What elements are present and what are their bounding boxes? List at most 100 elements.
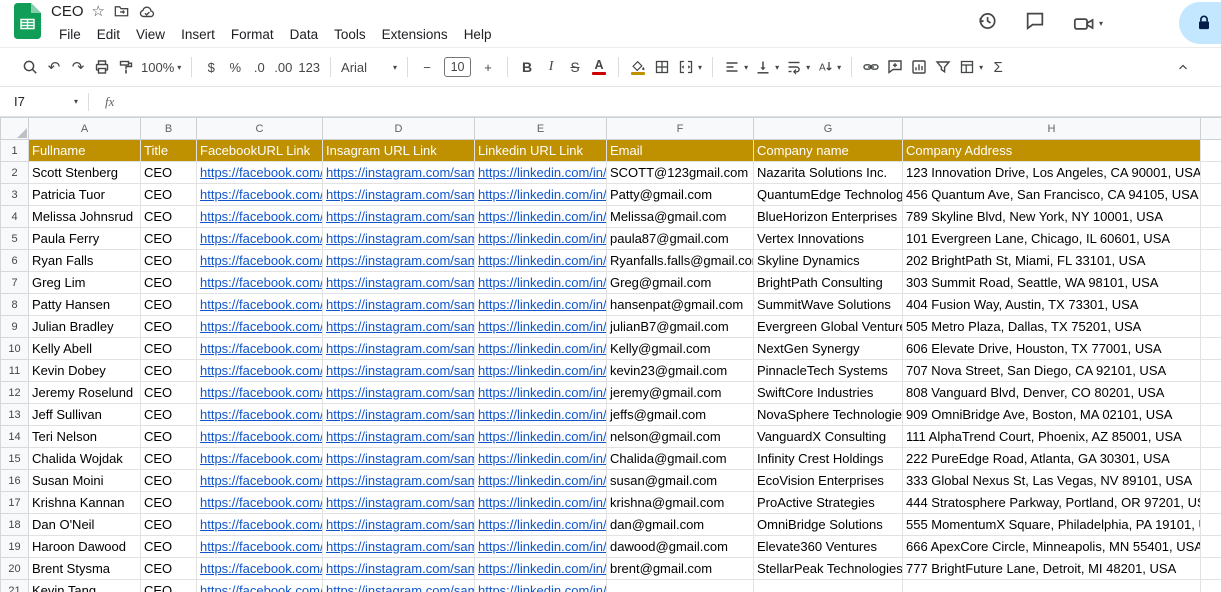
cell-title[interactable]: CEO — [141, 558, 197, 580]
cell-linkedin[interactable]: https://linkedin.com/in/sa — [475, 228, 607, 250]
linkedin-link[interactable]: https://linkedin.com/in/sa — [478, 473, 607, 488]
cell-email[interactable]: nelson@gmail.com — [607, 426, 754, 448]
instagram-link[interactable]: https://instagram.com/samp — [326, 165, 475, 180]
instagram-link[interactable]: https://instagram.com/samp — [326, 319, 475, 334]
cell-address[interactable]: 111 AlphaTrend Court, Phoenix, AZ 85001,… — [903, 426, 1201, 448]
cell-email[interactable]: Chalida@gmail.com — [607, 448, 754, 470]
linkedin-link[interactable]: https://linkedin.com/in/sa — [478, 209, 607, 224]
instagram-link[interactable]: https://instagram.com/samp — [326, 297, 475, 312]
cell-email[interactable]: Patty@gmail.com — [607, 184, 754, 206]
row-header[interactable]: 16 — [1, 470, 29, 492]
cell-instagram[interactable]: https://instagram.com/samp — [323, 294, 475, 316]
cell-title[interactable]: CEO — [141, 536, 197, 558]
cell-I[interactable] — [1201, 272, 1221, 294]
cell-name[interactable]: Melissa Johnsrud — [29, 206, 141, 228]
cell-instagram[interactable]: https://instagram.com/samp — [323, 162, 475, 184]
cell-facebook[interactable]: https://facebook.com/sa — [197, 382, 323, 404]
facebook-link[interactable]: https://facebook.com/sa — [200, 253, 323, 268]
linkedin-link[interactable]: https://linkedin.com/in/sa — [478, 561, 607, 576]
facebook-link[interactable]: https://facebook.com/sa — [200, 187, 323, 202]
cell-facebook[interactable]: https://facebook.com/sa — [197, 536, 323, 558]
field-header-cell[interactable]: FacebookURL Link — [197, 140, 323, 162]
cell-instagram[interactable]: https://instagram.com/samp — [323, 426, 475, 448]
cell-address[interactable]: 222 PureEdge Road, Atlanta, GA 30301, US… — [903, 448, 1201, 470]
cell-address[interactable]: 808 Vanguard Blvd, Denver, CO 80201, USA — [903, 382, 1201, 404]
facebook-link[interactable]: https://facebook.com/sa — [200, 385, 323, 400]
cell-linkedin[interactable]: https://linkedin.com/in/sa — [475, 448, 607, 470]
instagram-link[interactable]: https://instagram.com/samp — [326, 583, 475, 592]
facebook-link[interactable]: https://facebook.com/sa — [200, 319, 323, 334]
menu-format[interactable]: Format — [223, 25, 282, 44]
cell-email[interactable]: Ryanfalls.falls@gmail.com — [607, 250, 754, 272]
linkedin-link[interactable]: https://linkedin.com/in/sa — [478, 407, 607, 422]
cell-address[interactable]: 404 Fusion Way, Austin, TX 73301, USA — [903, 294, 1201, 316]
cell-name[interactable]: Paula Ferry — [29, 228, 141, 250]
select-all-corner[interactable] — [1, 118, 29, 140]
cell-name[interactable]: Brent Stysma — [29, 558, 141, 580]
insert-link-button[interactable] — [859, 54, 883, 80]
linkedin-link[interactable]: https://linkedin.com/in/sa — [478, 187, 607, 202]
cell-company[interactable]: Skyline Dynamics — [754, 250, 903, 272]
share-button[interactable] — [1179, 2, 1221, 44]
cell-title[interactable]: CEO — [141, 404, 197, 426]
merge-cells-button[interactable]: ▾ — [674, 54, 705, 80]
cell-email[interactable]: brent@gmail.com — [607, 558, 754, 580]
cell-facebook[interactable]: https://facebook.com/sa — [197, 514, 323, 536]
number-format-button[interactable]: 123 — [295, 54, 323, 80]
percent-format-button[interactable]: % — [223, 54, 247, 80]
decrease-font-size-button[interactable]: − — [415, 54, 439, 80]
sheets-logo[interactable] — [14, 3, 41, 44]
insert-chart-button[interactable] — [907, 54, 931, 80]
row-header[interactable]: 6 — [1, 250, 29, 272]
row-header[interactable]: 20 — [1, 558, 29, 580]
italic-button[interactable]: I — [539, 54, 563, 80]
facebook-link[interactable]: https://facebook.com/sa — [200, 407, 323, 422]
cell-name[interactable]: Ryan Falls — [29, 250, 141, 272]
row-header[interactable]: 7 — [1, 272, 29, 294]
instagram-link[interactable]: https://instagram.com/samp — [326, 341, 475, 356]
cell-title[interactable]: CEO — [141, 338, 197, 360]
zoom-select[interactable]: 100%▾ — [138, 54, 184, 80]
cell-linkedin[interactable]: https://linkedin.com/in/sa — [475, 536, 607, 558]
cell-facebook[interactable]: https://facebook.com/sa — [197, 294, 323, 316]
row-header[interactable]: 4 — [1, 206, 29, 228]
linkedin-link[interactable]: https://linkedin.com/in/sa — [478, 297, 607, 312]
column-header-C[interactable]: C — [197, 118, 323, 140]
cell-linkedin[interactable]: https://linkedin.com/in/sa — [475, 162, 607, 184]
row-header[interactable]: 2 — [1, 162, 29, 184]
cell-title[interactable]: CEO — [141, 162, 197, 184]
linkedin-link[interactable]: https://linkedin.com/in/sa — [478, 231, 607, 246]
column-header-B[interactable]: B — [141, 118, 197, 140]
row-header[interactable]: 17 — [1, 492, 29, 514]
field-header-cell[interactable]: Linkedin URL Link — [475, 140, 607, 162]
cell-title[interactable]: CEO — [141, 514, 197, 536]
text-color-button[interactable]: A — [587, 54, 611, 80]
row-header[interactable]: 8 — [1, 294, 29, 316]
linkedin-link[interactable]: https://linkedin.com/in/sa — [478, 517, 607, 532]
row-header[interactable]: 15 — [1, 448, 29, 470]
cell-email[interactable]: Greg@gmail.com — [607, 272, 754, 294]
facebook-link[interactable]: https://facebook.com/sa — [200, 275, 323, 290]
cell-instagram[interactable]: https://instagram.com/samp — [323, 536, 475, 558]
instagram-link[interactable]: https://instagram.com/samp — [326, 473, 475, 488]
cell-instagram[interactable]: https://instagram.com/samp — [323, 206, 475, 228]
cell-I[interactable] — [1201, 250, 1221, 272]
meet-caret-icon[interactable]: ▾ — [1099, 19, 1103, 28]
cell-facebook[interactable]: https://facebook.com/sa — [197, 360, 323, 382]
cell-address[interactable]: 202 BrightPath St, Miami, FL 33101, USA — [903, 250, 1201, 272]
name-box[interactable]: I7 ▾ — [0, 87, 88, 116]
functions-button[interactable]: Σ — [986, 54, 1010, 80]
cell-company[interactable]: OmniBridge Solutions — [754, 514, 903, 536]
font-size-input[interactable]: 10 — [444, 57, 471, 77]
instagram-link[interactable]: https://instagram.com/samp — [326, 231, 475, 246]
cell-address[interactable]: 707 Nova Street, San Diego, CA 92101, US… — [903, 360, 1201, 382]
cell-I[interactable] — [1201, 184, 1221, 206]
cell-facebook[interactable]: https://facebook.com/sa — [197, 206, 323, 228]
search-icon[interactable] — [18, 54, 42, 80]
cell-address[interactable]: 666 ApexCore Circle, Minneapolis, MN 554… — [903, 536, 1201, 558]
cell-title[interactable]: CEO — [141, 382, 197, 404]
column-header-D[interactable]: D — [323, 118, 475, 140]
cell-email[interactable]: dan@gmail.com — [607, 514, 754, 536]
cell-I[interactable] — [1201, 206, 1221, 228]
cell-instagram[interactable]: https://instagram.com/samp — [323, 514, 475, 536]
